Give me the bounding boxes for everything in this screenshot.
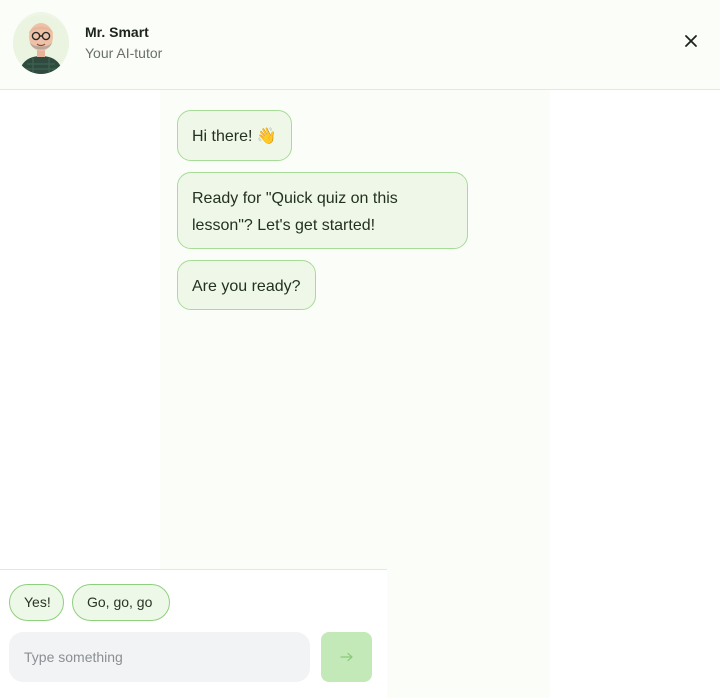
chat-header: Mr. Smart Your AI-tutor	[0, 0, 720, 90]
message-bubble: Are you ready?	[177, 260, 316, 310]
message-bubble: Hi there! 👋	[177, 110, 292, 161]
tutor-avatar-icon	[13, 15, 69, 74]
quick-reply-go[interactable]: Go, go, go	[72, 584, 170, 621]
quick-reply-yes[interactable]: Yes!	[9, 584, 64, 621]
tutor-avatar	[13, 12, 69, 74]
close-button[interactable]	[679, 29, 703, 53]
close-icon	[685, 35, 697, 47]
message-input[interactable]	[9, 632, 310, 682]
tutor-subtitle: Your AI-tutor	[85, 45, 163, 61]
send-button[interactable]	[321, 632, 372, 682]
message-bubble: Ready for "Quick quiz on this lesson"? L…	[177, 172, 468, 249]
tutor-name: Mr. Smart	[85, 24, 149, 40]
arrow-right-icon	[339, 652, 353, 662]
